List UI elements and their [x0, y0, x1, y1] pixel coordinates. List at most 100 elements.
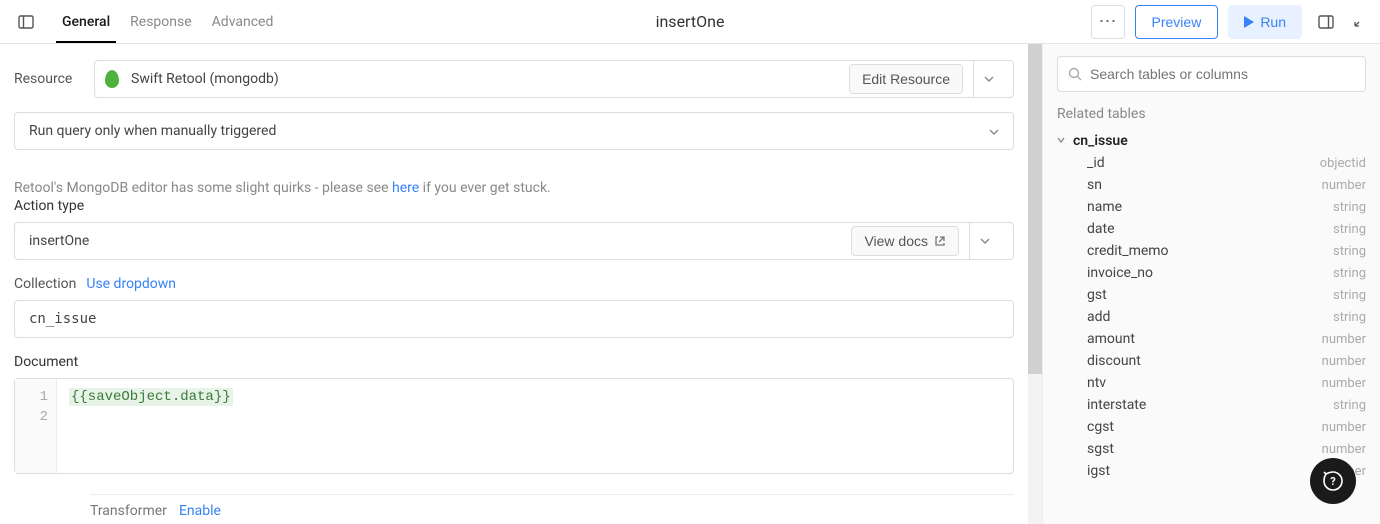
search-icon [1068, 67, 1082, 81]
header-right: ⋯ Preview Run [1091, 5, 1368, 39]
help-icon: ? [1323, 471, 1343, 491]
field-row[interactable]: name string [1043, 196, 1380, 218]
trigger-value: Run query only when manually triggered [29, 123, 276, 139]
field-row[interactable]: date string [1043, 218, 1380, 240]
collection-input[interactable] [14, 300, 1014, 338]
search-box[interactable] [1057, 56, 1366, 92]
field-row[interactable]: sgst number [1043, 438, 1380, 460]
field-row[interactable]: amount number [1043, 328, 1380, 350]
transformer-row: Transformer Enable [90, 494, 1014, 519]
trigger-select[interactable]: Run query only when manually triggered [14, 112, 1014, 150]
field-name: igst [1087, 463, 1110, 479]
expand-icon[interactable] [1350, 8, 1368, 36]
field-name: sgst [1087, 441, 1114, 457]
left-panel-toggle-icon[interactable] [12, 8, 40, 36]
related-tables-label: Related tables [1043, 106, 1380, 130]
field-row[interactable]: gst string [1043, 284, 1380, 306]
transformer-label: Transformer [90, 503, 167, 519]
field-type: number [1322, 420, 1366, 435]
field-name: add [1087, 309, 1110, 325]
field-type: string [1333, 288, 1366, 303]
help-link[interactable]: here [392, 180, 419, 196]
mongodb-icon [105, 70, 119, 88]
field-name: date [1087, 221, 1115, 237]
tree-root[interactable]: cn_issue [1043, 130, 1380, 152]
field-type: string [1333, 266, 1366, 281]
field-name: gst [1087, 287, 1107, 303]
field-name: cgst [1087, 419, 1114, 435]
view-docs-button[interactable]: View docs [851, 226, 959, 256]
collection-label: Collection [14, 276, 76, 292]
info-text: Retool's MongoDB editor has some slight … [14, 180, 1014, 196]
schema-panel: Related tables cn_issue _idobjectidsn num… [1042, 44, 1380, 524]
editor-panel: Resource Swift Retool (mongodb) Edit Res… [0, 44, 1028, 524]
field-name: _id [1087, 155, 1105, 171]
action-select[interactable]: insertOne View docs [14, 222, 1014, 260]
help-button[interactable]: ? [1310, 458, 1356, 504]
field-type: number [1322, 178, 1366, 193]
field-row[interactable]: invoice_no string [1043, 262, 1380, 284]
tabs: General Response Advanced [52, 2, 283, 42]
scrollbar[interactable] [1028, 44, 1042, 524]
chevron-down-icon [1057, 136, 1069, 147]
field-type: number [1322, 354, 1366, 369]
run-button[interactable]: Run [1228, 5, 1302, 39]
tree-root-label: cn_issue [1073, 133, 1128, 149]
field-row[interactable]: cgst number [1043, 416, 1380, 438]
search-input[interactable] [1090, 66, 1355, 82]
code-area[interactable]: {{saveObject.data}} [57, 379, 245, 473]
action-label: Action type [14, 198, 1014, 214]
field-name: ntv [1087, 375, 1106, 391]
field-name: interstate [1087, 397, 1146, 413]
tab-general[interactable]: General [52, 2, 120, 42]
field-row[interactable]: discount number [1043, 350, 1380, 372]
field-row[interactable]: _idobjectid [1043, 152, 1380, 174]
field-row[interactable]: credit_memo string [1043, 240, 1380, 262]
action-value: insertOne [29, 233, 851, 249]
field-name: name [1087, 199, 1122, 215]
field-type: string [1333, 222, 1366, 237]
field-type: string [1333, 398, 1366, 413]
chevron-down-icon[interactable] [969, 223, 999, 259]
scrollbar-thumb[interactable] [1028, 44, 1042, 374]
more-button[interactable]: ⋯ [1091, 5, 1125, 39]
play-icon [1244, 16, 1254, 28]
resource-label: Resource [14, 71, 94, 87]
use-dropdown-link[interactable]: Use dropdown [86, 276, 176, 292]
tab-advanced[interactable]: Advanced [202, 2, 284, 42]
run-label: Run [1260, 14, 1286, 30]
header: General Response Advanced insertOne ⋯ Pr… [0, 0, 1380, 44]
field-name: sn [1087, 177, 1102, 193]
field-name: credit_memo [1087, 243, 1169, 259]
document-label: Document [14, 354, 1014, 370]
field-row[interactable]: ntv number [1043, 372, 1380, 394]
resource-name: Swift Retool (mongodb) [131, 71, 849, 87]
field-type: number [1322, 376, 1366, 391]
resource-select[interactable]: Swift Retool (mongodb) Edit Resource [94, 60, 1014, 98]
field-type: number [1322, 332, 1366, 347]
svg-text:?: ? [1330, 475, 1336, 488]
chevron-down-icon [989, 123, 999, 139]
preview-button[interactable]: Preview [1135, 5, 1219, 39]
external-link-icon [934, 235, 946, 247]
field-type: number [1322, 442, 1366, 457]
chevron-down-icon[interactable] [973, 61, 1003, 97]
field-row[interactable]: addstring [1043, 306, 1380, 328]
edit-resource-button[interactable]: Edit Resource [849, 64, 963, 94]
header-left: General Response Advanced [12, 2, 283, 42]
field-row[interactable]: interstate string [1043, 394, 1380, 416]
field-row[interactable]: sn number [1043, 174, 1380, 196]
right-panel-toggle-icon[interactable] [1312, 8, 1340, 36]
field-type: string [1333, 244, 1366, 259]
resource-row: Resource Swift Retool (mongodb) Edit Res… [14, 60, 1014, 98]
enable-link[interactable]: Enable [179, 503, 221, 519]
template-expression: {{saveObject.data}} [69, 388, 233, 406]
page-title: insertOne [656, 12, 725, 31]
field-type: string [1333, 200, 1366, 215]
field-name: amount [1087, 331, 1135, 347]
field-name: discount [1087, 353, 1141, 369]
line-gutter: 12 [15, 379, 57, 473]
field-name: invoice_no [1087, 265, 1153, 281]
tab-response[interactable]: Response [120, 2, 202, 42]
document-editor[interactable]: 12 {{saveObject.data}} [14, 378, 1014, 474]
